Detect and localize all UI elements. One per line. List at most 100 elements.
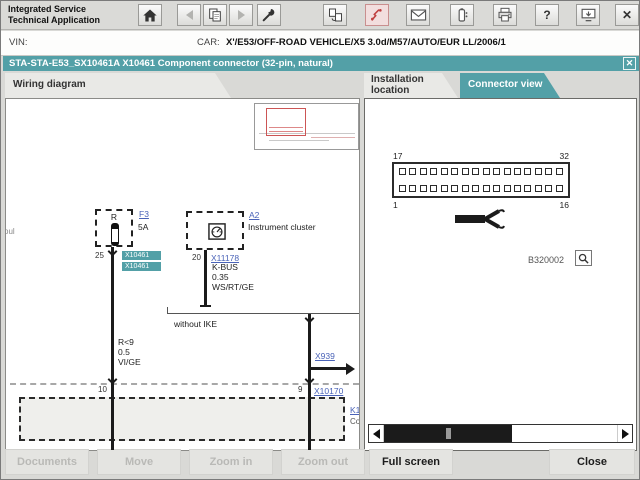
full-screen-button[interactable]: Full screen — [369, 449, 453, 475]
connector-pin — [545, 185, 552, 192]
connector-pin — [462, 185, 469, 192]
home-button[interactable] — [138, 4, 162, 26]
connector-pin — [556, 185, 563, 192]
copy-document-button[interactable] — [203, 4, 227, 26]
minimap-viewport-rect[interactable] — [266, 108, 306, 136]
remote-screen-button[interactable] — [576, 4, 600, 26]
mail-button[interactable] — [406, 4, 430, 26]
full-screen-button-label: Full screen — [382, 456, 440, 468]
wiring-diagram-panel: oul R F3 5A 25 X10461 X10461 A2 Instrume… — [5, 98, 360, 451]
connector-pin — [441, 168, 448, 175]
branch-connector-link[interactable]: X10170 — [313, 386, 344, 396]
connector-pin — [441, 185, 448, 192]
cluster-name: Instrument cluster — [248, 222, 316, 232]
control-unit-button[interactable] — [323, 4, 347, 26]
wire-left-color: VI/GE — [118, 357, 141, 367]
operations-button[interactable] — [257, 4, 281, 26]
close-button-label: Close — [577, 456, 607, 468]
connector-pin — [409, 168, 416, 175]
wire-kbus-name: K-BUS — [212, 262, 238, 272]
connector-tag-1[interactable]: X10461 — [122, 251, 161, 260]
print-button[interactable] — [493, 4, 517, 26]
tab-installation-location[interactable]: Installation location — [364, 73, 458, 98]
zoom-in-button-label: Zoom in — [210, 456, 253, 468]
connector-pin — [430, 185, 437, 192]
connector-pin — [556, 168, 563, 175]
move-button-label: Move — [125, 456, 153, 468]
wrench-icon — [261, 7, 277, 23]
connector-pinout — [392, 162, 570, 198]
pin-number-top-right: 32 — [560, 151, 569, 161]
back-arrow-icon — [186, 10, 193, 20]
scrollbar-thumb[interactable] — [384, 425, 512, 442]
forward-arrow-icon — [238, 10, 245, 20]
connector-pin — [420, 185, 427, 192]
connector-tag-2[interactable]: X10461 — [122, 262, 161, 271]
document-close-button[interactable]: ✕ — [623, 57, 636, 70]
clipped-edge-text: oul — [5, 227, 15, 236]
help-button[interactable]: ? — [535, 4, 559, 26]
zoom-out-button-label: Zoom out — [298, 456, 348, 468]
tab-wiring-diagram[interactable]: Wiring diagram — [5, 73, 231, 98]
harness-dashed-line — [10, 383, 359, 385]
magnify-button[interactable] — [575, 250, 592, 266]
pin-number-bottom-right: 16 — [560, 200, 569, 210]
bottom-pin-number: 10 — [97, 385, 108, 394]
connector-pin-row — [399, 168, 563, 175]
connector-pin — [545, 168, 552, 175]
hotline-icon — [369, 7, 385, 23]
branch-link[interactable]: X939 — [314, 351, 336, 361]
region-ref-link[interactable]: K15 — [349, 405, 360, 415]
fuse-icon — [111, 223, 119, 246]
vin-label: VIN: — [9, 37, 27, 48]
close-button[interactable]: Close — [549, 449, 635, 475]
connector-pin — [524, 185, 531, 192]
horizontal-scrollbar[interactable] — [368, 424, 633, 443]
pin-number-top-left: 17 — [393, 151, 402, 161]
zoom-out-button[interactable]: Zoom out — [281, 449, 365, 475]
app-close-button[interactable]: ✕ — [615, 4, 639, 26]
documents-button[interactable]: Documents — [5, 449, 89, 475]
zoom-in-button[interactable]: Zoom in — [189, 449, 273, 475]
forward-button[interactable] — [229, 4, 253, 26]
app-title-line2: Technical Application — [8, 15, 100, 26]
tab-installation-location-label: Installation location — [371, 74, 424, 96]
diagram-overview-minimap[interactable] — [254, 103, 359, 150]
minimap-line — [311, 137, 355, 138]
help-icon: ? — [543, 8, 550, 22]
battery-button[interactable] — [450, 4, 474, 26]
connector-pin — [535, 168, 542, 175]
scroll-right-button[interactable] — [617, 425, 632, 442]
connector-side-view-icon — [455, 209, 505, 229]
wire-kbus-size: 0.35 — [212, 272, 229, 282]
fuse-ref-link[interactable]: F3 — [138, 209, 150, 219]
wire-kbus-color: WS/RT/GE — [212, 282, 254, 292]
connector-pin — [451, 168, 458, 175]
connector-pin — [504, 185, 511, 192]
wire-cluster-vertical — [204, 250, 207, 307]
connector-pin — [493, 185, 500, 192]
connector-pin — [409, 185, 416, 192]
hotline-button[interactable] — [365, 4, 389, 26]
without-ike-note: without IKE — [174, 319, 217, 329]
connector-pin — [420, 168, 427, 175]
move-button[interactable]: Move — [97, 449, 181, 475]
control-unit-region-box — [19, 397, 345, 441]
cluster-ref-link[interactable]: A2 — [248, 210, 260, 220]
mail-icon — [410, 8, 427, 22]
connector-view-panel: 17 32 1 16 B320002 — [364, 98, 637, 451]
image-reference: B320002 — [528, 255, 564, 265]
region-clipped-text: Co — [349, 417, 360, 426]
back-button[interactable] — [177, 4, 201, 26]
tab-connector-view[interactable]: Connector view — [460, 73, 560, 98]
cluster-connector-link[interactable]: X11178 — [210, 253, 240, 263]
minimap-detail-line — [269, 127, 303, 128]
car-value: X'/E53/OFF-ROAD VEHICLE/X5 3.0d/M57/AUTO… — [226, 37, 506, 48]
car-label: CAR: — [197, 37, 220, 48]
minimap-detail-line — [269, 131, 303, 132]
connector-pin — [399, 185, 406, 192]
connector-pin — [399, 168, 406, 175]
pin-number-bottom-left: 1 — [393, 200, 398, 210]
tab-connector-view-label: Connector view — [468, 79, 542, 90]
scroll-left-button[interactable] — [369, 425, 384, 442]
